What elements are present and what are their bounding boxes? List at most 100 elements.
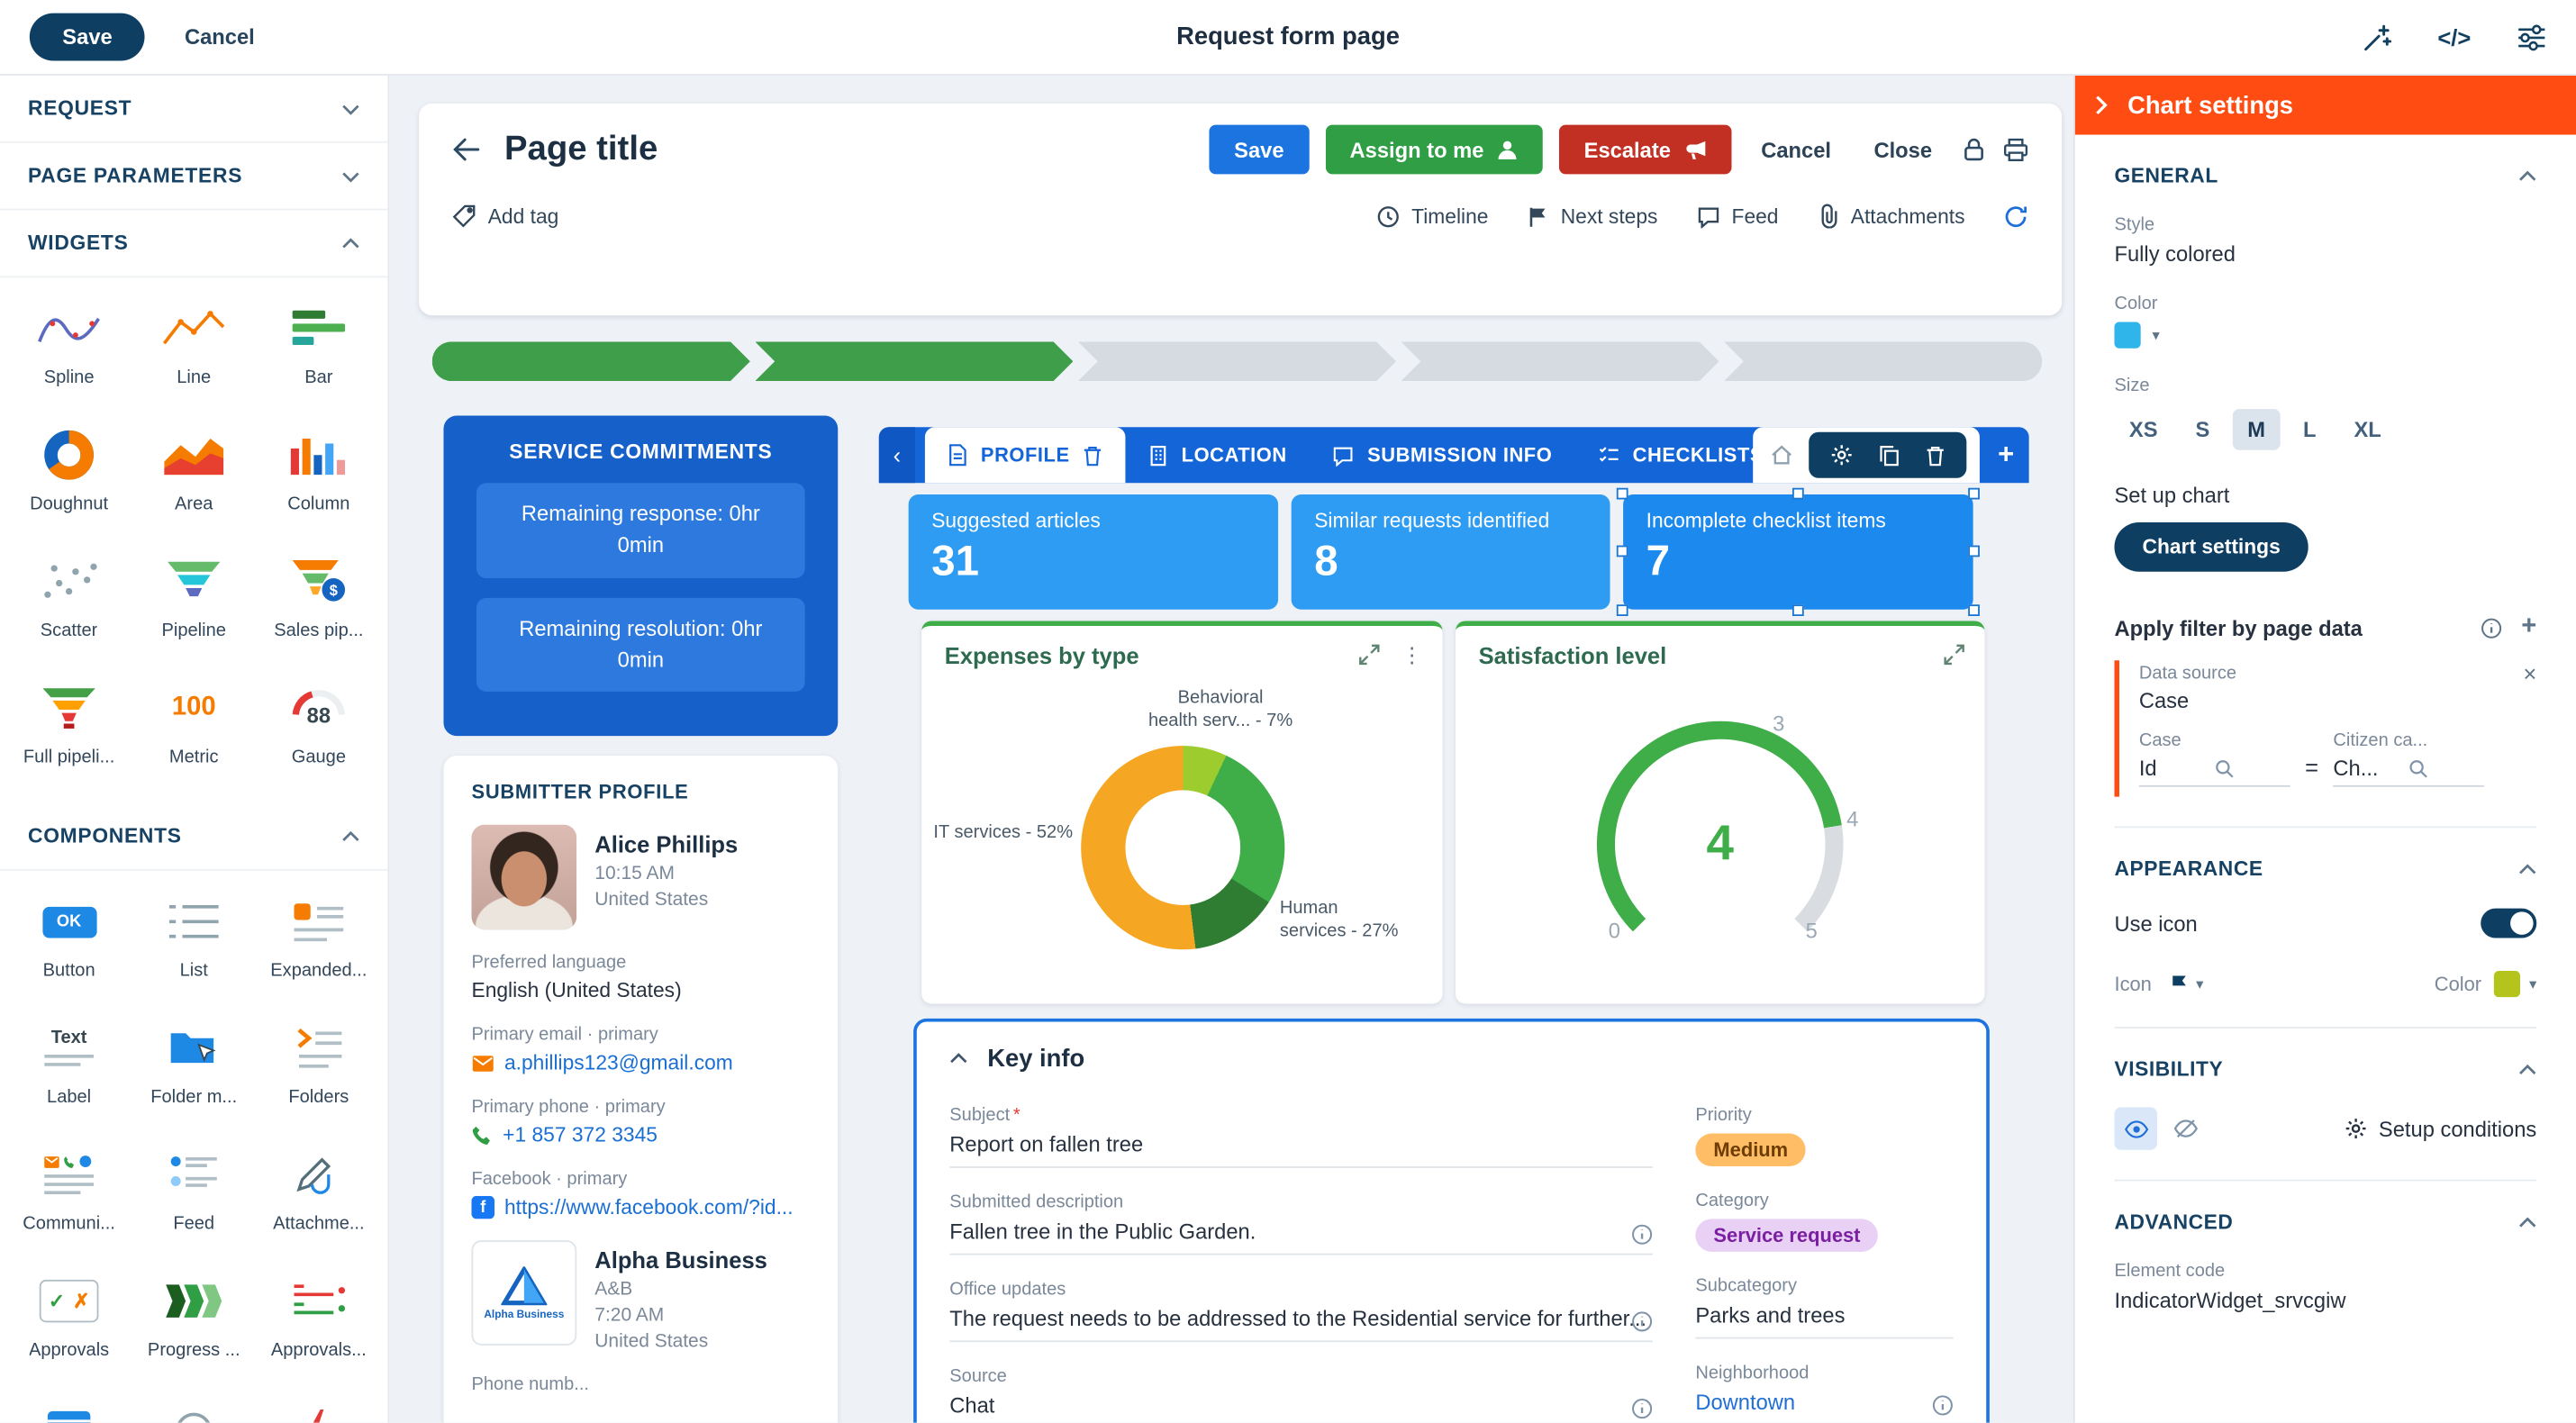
widget-delete-icon[interactable] <box>1926 444 1946 466</box>
widget-palette-scatter[interactable]: Scatter <box>6 537 132 663</box>
component-palette-folders[interactable]: Folders <box>257 1003 382 1129</box>
priority-field[interactable]: Priority Medium <box>1695 1106 1953 1166</box>
icon-color-swatch[interactable] <box>2495 971 2521 997</box>
component-palette-partial-3[interactable] <box>257 1383 382 1423</box>
component-palette-approvals[interactable]: ✓✗ Approvals <box>6 1256 132 1382</box>
add-tag-button[interactable]: Add tag <box>452 204 559 228</box>
data-source-value[interactable]: Case <box>2139 688 2536 712</box>
satisfaction-level-widget[interactable]: Satisfaction level 4 0 3 4 5 <box>1456 621 1984 1003</box>
expand-icon[interactable] <box>1944 644 1965 666</box>
widget-palette-doughnut[interactable]: Doughnut <box>6 411 132 537</box>
search-icon[interactable] <box>2215 758 2290 778</box>
filter-left-column[interactable]: Case Id <box>2139 731 2290 787</box>
section-visibility[interactable]: VISIBILITY <box>2114 1027 2536 1081</box>
timeline-button[interactable]: Timeline <box>1377 204 1489 228</box>
section-general[interactable]: GENERAL <box>2114 135 2536 187</box>
category-field[interactable]: Category Service request <box>1695 1191 1953 1251</box>
component-palette-expanded-list[interactable]: Expanded... <box>257 877 382 1003</box>
resize-handle[interactable] <box>1617 488 1628 500</box>
component-palette-feed[interactable]: Feed <box>132 1130 257 1256</box>
component-palette-list[interactable]: List <box>132 877 257 1003</box>
record-save-button[interactable]: Save <box>1210 125 1309 175</box>
sidebar-section-request[interactable]: REQUEST <box>0 76 387 143</box>
submitted-description-field[interactable]: Submitted description Fallen tree in the… <box>949 1192 1653 1255</box>
stage-segment[interactable] <box>755 341 1073 381</box>
stage-segment[interactable] <box>1078 341 1396 381</box>
resize-handle[interactable] <box>1791 604 1803 616</box>
component-palette-partial-1[interactable] <box>6 1383 132 1423</box>
component-palette-progress[interactable]: Progress ... <box>132 1256 257 1382</box>
feed-button[interactable]: Feed <box>1697 204 1778 228</box>
kpi-incomplete-checklist-items[interactable]: Incomplete checklist items 7 <box>1623 494 1973 610</box>
widget-palette-full-pipeline[interactable]: Full pipeli... <box>6 664 132 790</box>
resize-handle[interactable] <box>1968 488 1980 500</box>
component-palette-approvals-list[interactable]: Approvals... <box>257 1256 382 1382</box>
hidden-icon[interactable] <box>2173 1119 2198 1138</box>
widget-palette-column[interactable]: Column <box>257 411 382 537</box>
office-updates-field[interactable]: Office updates The request needs to be a… <box>949 1280 1653 1342</box>
collapse-section-icon[interactable] <box>949 1053 967 1065</box>
chart-settings-button[interactable]: Chart settings <box>2114 522 2308 572</box>
size-option-s[interactable]: S <box>2181 409 2225 450</box>
tab-location[interactable]: LOCATION <box>1126 427 1311 483</box>
attachments-button[interactable]: Attachments <box>1818 204 1964 228</box>
add-tab-button[interactable]: + <box>1998 427 2014 483</box>
tab-submission-info[interactable]: SUBMISSION INFO <box>1310 427 1575 483</box>
size-option-m[interactable]: M <box>2233 409 2281 450</box>
key-info-section[interactable]: Key info Subject* Report on fallen tree … <box>913 1019 1990 1423</box>
sidebar-section-widgets[interactable]: WIDGETS <box>0 210 387 277</box>
color-select[interactable]: ▾ <box>2114 322 2536 349</box>
neighborhood-field[interactable]: Neighborhood Downtown <box>1695 1364 1953 1423</box>
widget-settings-icon[interactable] <box>1830 443 1854 467</box>
component-palette-partial-2[interactable] <box>132 1383 257 1423</box>
delete-tab-icon[interactable] <box>1083 444 1102 466</box>
print-icon[interactable] <box>2002 137 2028 161</box>
refresh-icon[interactable] <box>2004 204 2028 228</box>
kebab-menu-icon[interactable]: ⋮ <box>1401 644 1423 666</box>
style-select[interactable]: Fully colored <box>2114 241 2536 266</box>
settings-sliders-icon[interactable] <box>2517 23 2546 50</box>
info-icon[interactable] <box>1631 1398 1653 1419</box>
back-button[interactable] <box>452 136 482 162</box>
kpi-suggested-articles[interactable]: Suggested articles 31 <box>909 494 1278 610</box>
subcategory-field[interactable]: Subcategory Parks and trees <box>1695 1276 1953 1338</box>
cancel-button[interactable]: Cancel <box>185 24 255 49</box>
widget-palette-gauge[interactable]: 88 Gauge <box>257 664 382 790</box>
widget-palette-line[interactable]: Line <box>132 285 257 411</box>
component-palette-communication[interactable]: Communi... <box>6 1130 132 1256</box>
contact-name[interactable]: Alice Phillips <box>594 831 738 857</box>
use-icon-toggle[interactable] <box>2481 909 2536 938</box>
record-cancel-button[interactable]: Cancel <box>1748 137 1845 161</box>
assign-to-me-button[interactable]: Assign to me <box>1325 125 1543 175</box>
element-code-value[interactable]: IndicatorWidget_srvcgiw <box>2114 1288 2536 1312</box>
info-icon[interactable] <box>1932 1395 1954 1417</box>
expand-icon[interactable] <box>1358 644 1380 666</box>
widget-copy-icon[interactable] <box>1880 444 1900 466</box>
service-commitments-widget[interactable]: SERVICE COMMITMENTS Remaining response: … <box>443 415 838 736</box>
kpi-similar-requests[interactable]: Similar requests identified 8 <box>1292 494 1610 610</box>
widget-palette-bar[interactable]: Bar <box>257 285 382 411</box>
size-option-xl[interactable]: XL <box>2339 409 2396 450</box>
widget-palette-sales-pipeline[interactable]: $ Sales pip... <box>257 537 382 663</box>
component-palette-button[interactable]: OK Button <box>6 877 132 1003</box>
lock-icon[interactable] <box>1962 136 1986 162</box>
info-icon[interactable] <box>1631 1224 1653 1246</box>
stage-segment[interactable] <box>1724 341 2042 381</box>
account-name[interactable]: Alpha Business <box>594 1246 767 1273</box>
section-appearance[interactable]: APPEARANCE <box>2114 826 2536 880</box>
section-advanced[interactable]: ADVANCED <box>2114 1180 2536 1234</box>
resize-handle[interactable] <box>1617 604 1628 616</box>
stage-segment[interactable] <box>432 341 750 381</box>
resize-handle[interactable] <box>1968 604 1980 616</box>
size-option-xs[interactable]: XS <box>2114 409 2172 450</box>
size-option-l[interactable]: L <box>2289 409 2331 450</box>
sidebar-section-components[interactable]: COMPONENTS <box>0 803 387 871</box>
widget-palette-metric[interactable]: 100 Metric <box>132 664 257 790</box>
filter-right-column[interactable]: Citizen ca... Ch... <box>2333 731 2484 787</box>
collapse-panel-icon[interactable] <box>2095 95 2109 115</box>
ai-wand-icon[interactable] <box>2362 23 2391 52</box>
setup-conditions-button[interactable]: Setup conditions <box>2345 1116 2537 1140</box>
tab-profile[interactable]: PROFILE <box>925 427 1126 483</box>
info-icon[interactable] <box>2481 617 2502 639</box>
tabs-scroll-left[interactable]: ‹ <box>879 427 915 483</box>
